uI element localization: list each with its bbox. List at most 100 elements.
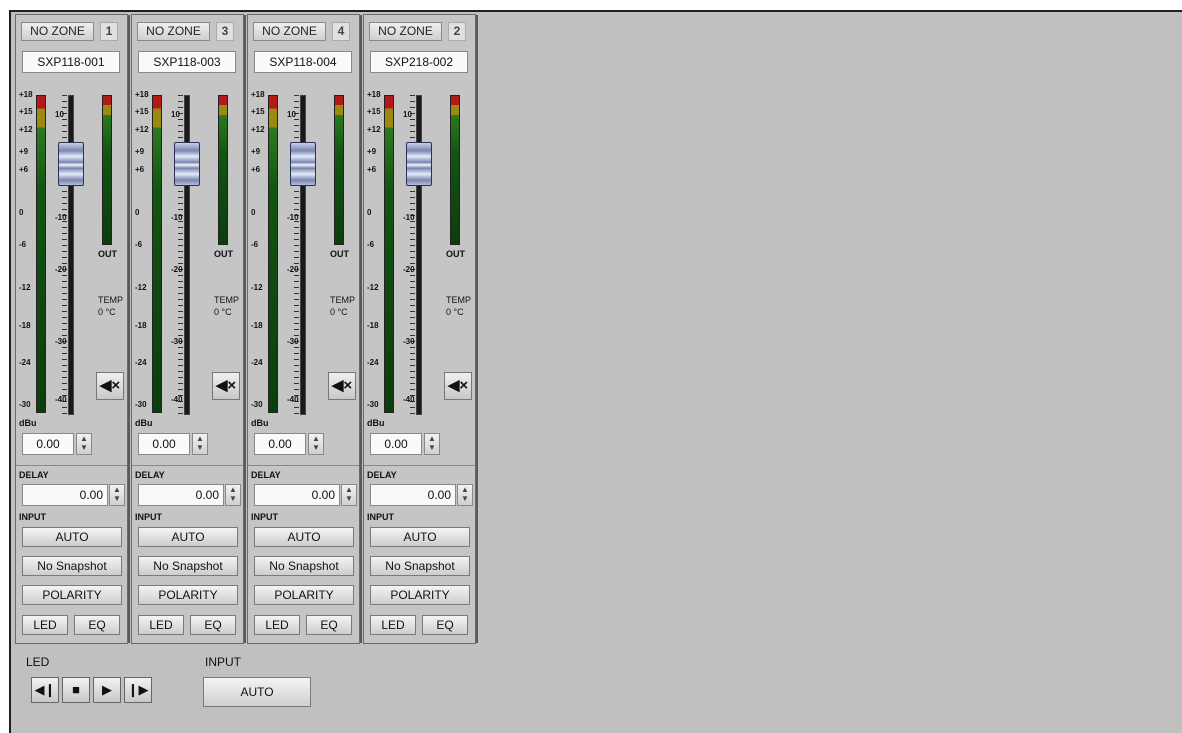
delay-stepper[interactable]: ▲ ▼ (109, 484, 125, 506)
gain-stepper[interactable]: ▲ ▼ (308, 433, 324, 455)
channel-number: 2 (448, 22, 466, 41)
fader-scale-label: -30 (287, 337, 299, 346)
input-level-meter (36, 95, 46, 413)
input-scale-label: +18 (367, 90, 381, 99)
input-scale-label: +15 (19, 107, 33, 116)
polarity-button[interactable]: POLARITY (254, 585, 354, 605)
input-auto-button[interactable]: AUTO (254, 527, 354, 547)
led-button[interactable]: LED (22, 615, 68, 635)
input-scale-label: -18 (251, 321, 263, 330)
channel-number: 3 (216, 22, 234, 41)
snapshot-button[interactable]: No Snapshot (22, 556, 122, 576)
led-button[interactable]: LED (370, 615, 416, 635)
delay-stepper[interactable]: ▲ ▼ (341, 484, 357, 506)
eq-button[interactable]: EQ (306, 615, 352, 635)
channel-number: 1 (100, 22, 118, 41)
channel-number: 4 (332, 22, 350, 41)
input-scale-label: -30 (367, 400, 379, 409)
fader-scale-label: -40 (287, 395, 299, 404)
zone-button[interactable]: NO ZONE (21, 22, 94, 41)
out-label: OUT (330, 249, 349, 259)
eq-button[interactable]: EQ (422, 615, 468, 635)
input-scale-label: 0 (19, 208, 24, 217)
fader-scale-label: -20 (171, 265, 183, 274)
input-scale-label: -30 (19, 400, 31, 409)
input-scale-label: -24 (19, 358, 31, 367)
polarity-button[interactable]: POLARITY (22, 585, 122, 605)
input-scale-label: -6 (135, 240, 143, 249)
led-button[interactable]: LED (254, 615, 300, 635)
gain-stepper[interactable]: ▲ ▼ (76, 433, 92, 455)
input-scale-label: +12 (251, 125, 265, 134)
fader-scale-label: -30 (171, 337, 183, 346)
delay-label: DELAY (367, 470, 397, 480)
delay-field[interactable]: 0.00 (254, 484, 340, 506)
output-level-meter (450, 95, 460, 245)
gain-stepper[interactable]: ▲ ▼ (192, 433, 208, 455)
fader-scale-label: 10 (403, 110, 412, 119)
input-scale-label: -18 (19, 321, 31, 330)
fader-handle[interactable] (290, 142, 316, 186)
snapshot-button[interactable]: No Snapshot (138, 556, 238, 576)
input-scale-label: +15 (367, 107, 381, 116)
led-button[interactable]: LED (138, 615, 184, 635)
temperature-readout: TEMP 0 °C (330, 294, 360, 318)
input-auto-button[interactable]: AUTO (138, 527, 238, 547)
input-label: INPUT (19, 512, 46, 522)
snapshot-button[interactable]: No Snapshot (254, 556, 354, 576)
skip-back-icon[interactable]: ◀❙ (31, 677, 59, 703)
temp-label: TEMP (330, 295, 356, 305)
speaker-mute-icon[interactable]: ◀× (444, 372, 472, 400)
input-scale-label: -24 (367, 358, 379, 367)
eq-button[interactable]: EQ (190, 615, 236, 635)
delay-field[interactable]: 0.00 (22, 484, 108, 506)
gain-field[interactable]: 0.00 (370, 433, 422, 455)
global-input-auto-button[interactable]: AUTO (203, 677, 311, 707)
divider (16, 465, 127, 466)
speaker-mute-icon[interactable]: ◀× (212, 372, 240, 400)
device-name-field[interactable]: SXP118-001 (22, 51, 120, 73)
zone-button[interactable]: NO ZONE (253, 22, 326, 41)
delay-field[interactable]: 0.00 (138, 484, 224, 506)
units-label: dBu (367, 418, 385, 428)
fader-handle[interactable] (58, 142, 84, 186)
fader-scale-label: -40 (403, 395, 415, 404)
device-name-field[interactable]: SXP118-003 (138, 51, 236, 73)
delay-stepper[interactable]: ▲ ▼ (225, 484, 241, 506)
skip-forward-icon[interactable]: ❙▶ (124, 677, 152, 703)
out-label: OUT (98, 249, 117, 259)
zone-row: NO ZONE 3 (137, 22, 237, 42)
polarity-button[interactable]: POLARITY (370, 585, 470, 605)
play-icon[interactable]: ▶ (93, 677, 121, 703)
temperature-readout: TEMP 0 °C (446, 294, 476, 318)
input-scale-label: +12 (19, 125, 33, 134)
eq-button[interactable]: EQ (74, 615, 120, 635)
device-name-field[interactable]: SXP118-004 (254, 51, 352, 73)
device-name-field[interactable]: SXP218-002 (370, 51, 468, 73)
delay-field[interactable]: 0.00 (370, 484, 456, 506)
input-scale-label: +6 (251, 165, 261, 174)
fader-scale-label: -10 (171, 213, 183, 222)
speaker-mute-icon[interactable]: ◀× (328, 372, 356, 400)
stop-icon[interactable]: ■ (62, 677, 90, 703)
fader-handle[interactable] (174, 142, 200, 186)
fader-scale-label: -30 (55, 337, 67, 346)
gain-field[interactable]: 0.00 (254, 433, 306, 455)
fader-scale-label: -10 (287, 213, 299, 222)
delay-stepper[interactable]: ▲ ▼ (457, 484, 473, 506)
input-auto-button[interactable]: AUTO (370, 527, 470, 547)
gain-stepper[interactable]: ▲ ▼ (424, 433, 440, 455)
input-auto-button[interactable]: AUTO (22, 527, 122, 547)
speaker-mute-icon[interactable]: ◀× (96, 372, 124, 400)
zone-button[interactable]: NO ZONE (137, 22, 210, 41)
gain-field[interactable]: 0.00 (22, 433, 74, 455)
input-scale-label: +12 (135, 125, 149, 134)
channel-strip: NO ZONE 2 SXP218-002 +18 +15 +12 +9 +6 0 -6 -12 -18… (363, 14, 478, 644)
snapshot-button[interactable]: No Snapshot (370, 556, 470, 576)
fader-handle[interactable] (406, 142, 432, 186)
input-scale-label: -12 (251, 283, 263, 292)
units-label: dBu (19, 418, 37, 428)
zone-button[interactable]: NO ZONE (369, 22, 442, 41)
gain-field[interactable]: 0.00 (138, 433, 190, 455)
polarity-button[interactable]: POLARITY (138, 585, 238, 605)
